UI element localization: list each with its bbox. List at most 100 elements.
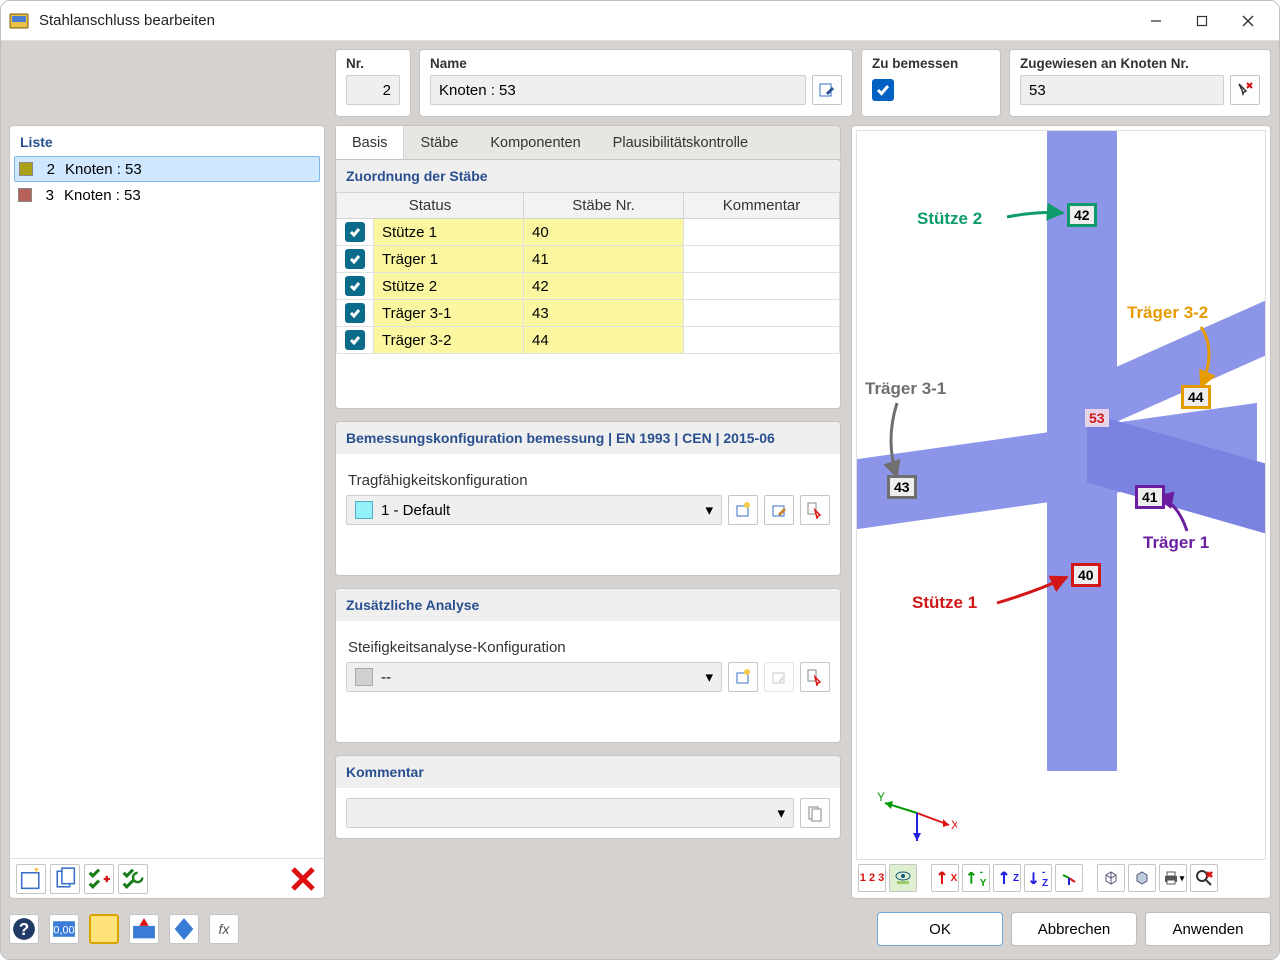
model-button[interactable] <box>129 914 159 944</box>
close-button[interactable] <box>1225 1 1271 41</box>
name-label: Name <box>430 56 842 71</box>
name-value[interactable]: Knoten : 53 <box>430 75 806 105</box>
comment-library-button[interactable] <box>800 798 830 828</box>
list-item[interactable]: 2 Knoten : 53 <box>14 156 320 182</box>
diamond-button[interactable] <box>169 914 199 944</box>
pv-numbers-button[interactable]: 1 2 3 <box>858 864 886 892</box>
extra-edit-button[interactable] <box>764 662 794 692</box>
tab-staebe[interactable]: Stäbe <box>404 126 474 159</box>
preview-arrows <box>857 131 1257 771</box>
svg-text:Z: Z <box>913 842 920 843</box>
fx-button[interactable]: fx <box>209 914 239 944</box>
pv-x-button[interactable]: X <box>931 864 959 892</box>
chevron-down-icon: ▾ <box>705 501 713 519</box>
extra-value: -- <box>381 669 391 686</box>
row-num: 43 <box>524 300 684 327</box>
config-pick-button[interactable] <box>800 495 830 525</box>
table-row[interactable]: Stütze 2 42 <box>337 273 840 300</box>
assign-table: Status Stäbe Nr. Kommentar Stütze 1 40 <box>336 192 840 354</box>
units-button[interactable]: 0,00 <box>49 914 79 944</box>
window-title: Stahlanschluss bearbeiten <box>39 12 1133 29</box>
row-cmt <box>684 300 840 327</box>
pv-print-button[interactable]: ▾ <box>1159 864 1187 892</box>
group-extra: Zusätzliche Analyse Steifigkeitsanalyse-… <box>335 588 841 743</box>
extra-pick-button[interactable] <box>800 662 830 692</box>
config-edit-button[interactable] <box>764 495 794 525</box>
svg-text:X: X <box>951 818 957 832</box>
bemessen-checkbox[interactable] <box>872 79 894 101</box>
config-value: 1 - Default <box>381 502 450 519</box>
tab-plausi[interactable]: Plausibilitätskontrolle <box>597 126 764 159</box>
pv-zoomreset-button[interactable] <box>1190 864 1218 892</box>
preview-member-id: 41 <box>1135 485 1165 509</box>
preview-member-id: 43 <box>887 475 917 499</box>
check-all-button[interactable] <box>84 864 114 894</box>
pv-viewmode-button[interactable] <box>889 864 917 892</box>
comment-dropdown[interactable]: ▾ <box>346 798 794 828</box>
row-name: Träger 3-2 <box>374 327 524 354</box>
list-item-label: Knoten : 53 <box>64 187 141 204</box>
copy-item-button[interactable] <box>50 864 80 894</box>
cancel-button[interactable]: Abbrechen <box>1011 912 1137 946</box>
row-name: Träger 3-1 <box>374 300 524 327</box>
row-num: 44 <box>524 327 684 354</box>
pv-cube2-button[interactable] <box>1128 864 1156 892</box>
table-row[interactable]: Träger 3-1 43 <box>337 300 840 327</box>
config-dropdown[interactable]: 1 - Default ▾ <box>346 495 722 525</box>
extra-dropdown[interactable]: -- ▾ <box>346 662 722 692</box>
row-cmt <box>684 273 840 300</box>
pv-negz-button[interactable]: -Z <box>1024 864 1052 892</box>
pv-origin-button[interactable] <box>1055 864 1083 892</box>
pv-z-button[interactable]: Z <box>993 864 1021 892</box>
nr-label: Nr. <box>346 56 400 71</box>
table-row[interactable]: Stütze 1 40 <box>337 219 840 246</box>
check-sync-button[interactable] <box>118 864 148 894</box>
apply-button[interactable]: Anwenden <box>1145 912 1271 946</box>
color-swatch <box>18 188 32 202</box>
config-new-button[interactable] <box>728 495 758 525</box>
tab-komponenten[interactable]: Komponenten <box>474 126 596 159</box>
group-config: Bemessungskonfiguration bemessung | EN 1… <box>335 421 841 576</box>
list-item[interactable]: 3 Knoten : 53 <box>14 182 320 208</box>
name-edit-button[interactable] <box>812 75 842 105</box>
row-checkbox[interactable] <box>345 303 365 323</box>
help-button[interactable]: ? <box>9 914 39 944</box>
row-num: 42 <box>524 273 684 300</box>
group-header: Kommentar <box>336 756 840 788</box>
extra-swatch <box>355 668 373 686</box>
minimize-button[interactable] <box>1133 1 1179 41</box>
row-checkbox[interactable] <box>345 330 365 350</box>
nr-panel: Nr. 2 <box>335 49 411 117</box>
preview-3d[interactable]: 53 Stütze 2 Träger 3-2 Träger 3-1 Träger… <box>856 130 1266 860</box>
svg-text:?: ? <box>19 920 29 939</box>
extra-new-button[interactable] <box>728 662 758 692</box>
group-assign: Zuordnung der Stäbe Status Stäbe Nr. Kom… <box>335 159 841 409</box>
pv-cube1-button[interactable] <box>1097 864 1125 892</box>
maximize-button[interactable] <box>1179 1 1225 41</box>
list-toolbar <box>10 858 324 898</box>
row-checkbox[interactable] <box>345 222 365 242</box>
group-comment: Kommentar ▾ <box>335 755 841 839</box>
row-checkbox[interactable] <box>345 249 365 269</box>
zugewiesen-value[interactable]: 53 <box>1020 75 1224 105</box>
delete-item-button[interactable] <box>288 864 318 894</box>
table-row[interactable]: Träger 3-2 44 <box>337 327 840 354</box>
preview-member-id: 42 <box>1067 203 1097 227</box>
color-button[interactable] <box>89 914 119 944</box>
row-name: Träger 1 <box>374 246 524 273</box>
new-item-button[interactable] <box>16 864 46 894</box>
list-panel: Liste 2 Knoten : 53 3 Knoten : 53 <box>9 125 325 899</box>
preview-toolbar: 1 2 3 X -Y Z -Z ▾ <box>856 860 1266 894</box>
table-row[interactable]: Träger 1 41 <box>337 246 840 273</box>
group-header: Bemessungskonfiguration bemessung | EN 1… <box>336 422 840 454</box>
tab-basis[interactable]: Basis <box>336 126 404 159</box>
pv-y-button[interactable]: -Y <box>962 864 990 892</box>
row-checkbox[interactable] <box>345 276 365 296</box>
list-header: Liste <box>10 126 324 154</box>
ok-button[interactable]: OK <box>877 912 1003 946</box>
name-panel: Name Knoten : 53 <box>419 49 853 117</box>
svg-text:Y: Y <box>877 790 885 804</box>
zugewiesen-pick-button[interactable] <box>1230 75 1260 105</box>
row-cmt <box>684 219 840 246</box>
group-header: Zuordnung der Stäbe <box>336 160 840 192</box>
